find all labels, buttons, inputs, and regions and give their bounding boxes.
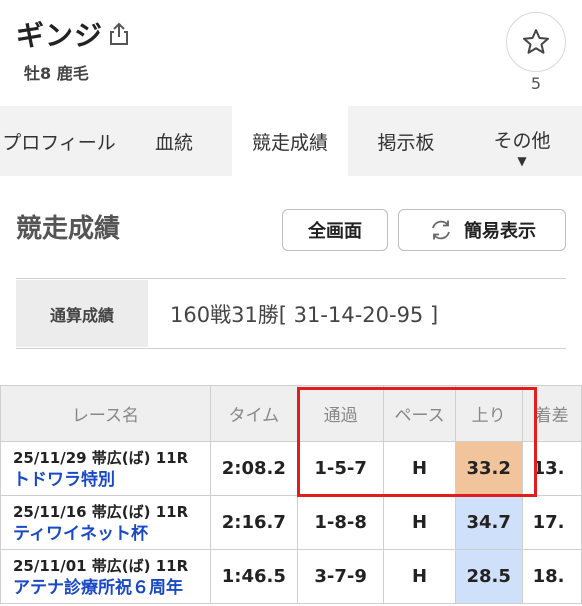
share-icon[interactable] [108,22,130,46]
table-row: 25/11/01 帯広(ば) 11R アテナ診療所祝６周年 1:46.5 3-7… [0,549,582,604]
margin-cell: 18. [521,549,582,604]
race-name-link[interactable]: ティワイネット杯 [13,523,210,545]
last-3f-cell: 34.7 [454,495,523,550]
caret-down-icon: ▼ [517,153,527,168]
race-date: 25/11/29 帯広(ば) 11R [13,448,189,467]
last-3f-cell: 28.5 [454,549,523,604]
table-row: 25/11/29 帯広(ば) 11R トドワラ特別 2:08.2 1-5-7 H… [0,441,582,496]
race-cell: 25/11/01 帯広(ば) 11R アテナ診療所祝６周年 [0,549,211,604]
pace-cell: H [383,495,456,550]
tab-label: 掲示板 [377,131,435,154]
results-table: レース名 タイム 通過 ペース 上り 着差 25/11/29 帯広(ば) 11R… [0,385,582,604]
horse-name: ギンジ [16,19,104,52]
star-icon [523,29,549,54]
time-cell: 2:16.7 [209,495,298,550]
tab-bar: プロフィール 血統 競走成績 掲示板 その他 ▼ [0,106,582,176]
header-last-3f[interactable]: 上り [454,385,523,442]
tab-label: プロフィール [2,131,116,154]
favorite-count: 5 [530,74,542,93]
header-race-name[interactable]: レース名 [0,385,211,442]
header-margin[interactable]: 着差 [521,385,582,442]
full-screen-button[interactable]: 全画面 [282,209,388,251]
header-time[interactable]: タイム [209,385,298,442]
header-passing[interactable]: 通過 [296,385,385,442]
time-cell: 1:46.5 [209,549,298,604]
last-3f-cell: 33.2 [454,441,523,496]
horse-meta: 牡8 鹿毛 [24,64,89,83]
tab-profile[interactable]: プロフィール [0,106,118,176]
section-title: 競走成績 [16,214,121,244]
pace-cell: H [383,441,456,496]
career-summary: 通算成績 160戦31勝[ 31-14-20-95 ] [16,280,566,347]
tab-label: その他 [493,129,551,152]
margin-cell: 17. [521,495,582,550]
race-date: 25/11/16 帯広(ば) 11R [13,502,189,521]
summary-label: 通算成績 [16,280,148,347]
margin-cell: 13. [521,441,582,496]
summary-value: 160戦31勝[ 31-14-20-95 ] [170,302,439,327]
tab-other[interactable]: その他 ▼ [462,106,582,176]
race-date: 25/11/01 帯広(ば) 11R [13,556,189,575]
passing-cell: 1-8-8 [296,495,385,550]
time-cell: 2:08.2 [209,441,298,496]
tab-label: 血統 [154,131,193,154]
tab-pedigree[interactable]: 血統 [118,106,230,176]
race-cell: 25/11/29 帯広(ば) 11R トドワラ特別 [0,441,211,496]
passing-cell: 3-7-9 [296,549,385,604]
favorite-button[interactable] [506,12,566,72]
pace-cell: H [383,549,456,604]
passing-cell: 1-5-7 [296,441,385,496]
full-screen-label: 全画面 [308,221,362,242]
race-name-link[interactable]: トドワラ特別 [13,469,210,491]
tab-bulletin[interactable]: 掲示板 [350,106,462,176]
divider [16,278,566,279]
race-cell: 25/11/16 帯広(ば) 11R ティワイネット杯 [0,495,211,550]
refresh-icon [432,220,450,240]
race-name-link[interactable]: アテナ診療所祝６周年 [13,577,210,599]
table-header-row: レース名 タイム 通過 ペース 上り 着差 [0,385,582,442]
simple-view-button[interactable]: 簡易表示 [398,209,566,251]
divider [16,348,566,349]
table-row: 25/11/16 帯広(ば) 11R ティワイネット杯 2:16.7 1-8-8… [0,495,582,550]
header-pace[interactable]: ペース [383,385,456,442]
tab-label: 競走成績 [251,131,328,154]
simple-view-label: 簡易表示 [464,221,536,242]
tab-race-results[interactable]: 競走成績 [232,106,348,176]
